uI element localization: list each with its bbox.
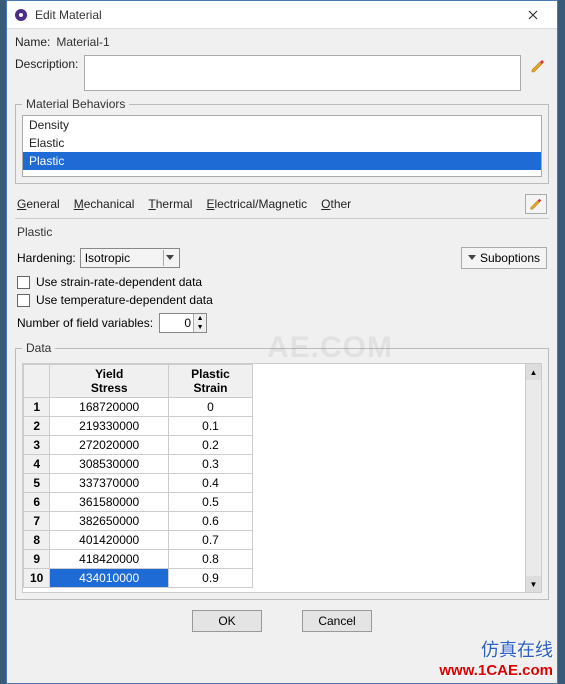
data-legend: Data <box>22 341 55 355</box>
table-row[interactable]: 73826500000.6 <box>24 512 253 531</box>
table-cell[interactable]: 0.5 <box>169 493 253 512</box>
table-cell[interactable]: 219330000 <box>50 417 169 436</box>
table-row[interactable]: 43085300000.3 <box>24 455 253 474</box>
table-cell[interactable]: 382650000 <box>50 512 169 531</box>
row-number[interactable]: 4 <box>24 455 50 474</box>
material-behaviors-list[interactable]: Density Elastic Plastic <box>22 115 542 177</box>
name-value[interactable]: Material-1 <box>56 35 109 49</box>
table-cell[interactable]: 0.6 <box>169 512 253 531</box>
strain-rate-label: Use strain-rate-dependent data <box>36 275 202 289</box>
edit-description-button[interactable] <box>527 55 549 77</box>
menu-general[interactable]: General <box>17 197 60 211</box>
app-icon <box>13 7 29 23</box>
spinner-down-icon[interactable]: ▼ <box>194 323 206 332</box>
table-cell[interactable]: 0.3 <box>169 455 253 474</box>
ok-button[interactable]: OK <box>192 610 262 632</box>
table-cell[interactable]: 308530000 <box>50 455 169 474</box>
table-cell[interactable]: 168720000 <box>50 398 169 417</box>
hardening-label: Hardening: <box>17 251 76 265</box>
table-cell[interactable]: 0.7 <box>169 531 253 550</box>
menu-electrical[interactable]: Electrical/Magnetic <box>206 197 307 211</box>
behavior-item-plastic[interactable]: Plastic <box>23 152 541 170</box>
scroll-up-icon[interactable]: ▲ <box>526 364 541 380</box>
table-cell[interactable]: 418420000 <box>50 550 169 569</box>
cancel-button[interactable]: Cancel <box>302 610 372 632</box>
plastic-section-label: Plastic <box>17 225 549 239</box>
menu-other[interactable]: Other <box>321 197 351 211</box>
table-cell[interactable]: 0.9 <box>169 569 253 588</box>
field-vars-label: Number of field variables: <box>17 316 153 330</box>
row-number[interactable]: 3 <box>24 436 50 455</box>
table-cell[interactable]: 0.2 <box>169 436 253 455</box>
table-cell[interactable]: 434010000 <box>50 569 169 588</box>
table-cell[interactable]: 337370000 <box>50 474 169 493</box>
description-input[interactable] <box>84 55 521 91</box>
col-yield-stress[interactable]: YieldStress <box>50 365 169 398</box>
row-number[interactable]: 1 <box>24 398 50 417</box>
table-cell[interactable]: 0 <box>169 398 253 417</box>
edit-behavior-button[interactable] <box>525 194 547 214</box>
data-table-wrap: YieldStress PlasticStrain 11687200000221… <box>22 363 542 593</box>
table-row[interactable]: 63615800000.5 <box>24 493 253 512</box>
edit-material-dialog: Edit Material Name: Material-1 Descripti… <box>6 0 558 684</box>
dialog-body: Name: Material-1 Description: Material B… <box>7 29 557 640</box>
menu-mechanical[interactable]: Mechanical <box>74 197 135 211</box>
table-row[interactable]: 94184200000.8 <box>24 550 253 569</box>
material-behaviors-group: Material Behaviors Density Elastic Plast… <box>15 97 549 184</box>
table-row[interactable]: 32720200000.2 <box>24 436 253 455</box>
chevron-down-icon <box>163 250 177 266</box>
table-cell[interactable]: 361580000 <box>50 493 169 512</box>
titlebar: Edit Material <box>7 1 557 29</box>
watermark-footer: 仿真在线 www.1CAE.com <box>439 636 553 679</box>
window-title: Edit Material <box>35 8 513 22</box>
row-number[interactable]: 8 <box>24 531 50 550</box>
table-row[interactable]: 53373700000.4 <box>24 474 253 493</box>
row-number[interactable]: 2 <box>24 417 50 436</box>
description-label: Description: <box>15 57 78 71</box>
table-row[interactable]: 22193300000.1 <box>24 417 253 436</box>
name-label: Name: <box>15 35 50 49</box>
table-cell[interactable]: 0.1 <box>169 417 253 436</box>
row-number[interactable]: 5 <box>24 474 50 493</box>
scroll-down-icon[interactable]: ▼ <box>526 576 541 592</box>
behavior-menubar: General Mechanical Thermal Electrical/Ma… <box>15 190 549 219</box>
temperature-label: Use temperature-dependent data <box>36 293 213 307</box>
data-table[interactable]: YieldStress PlasticStrain 11687200000221… <box>23 364 253 588</box>
strain-rate-checkbox[interactable] <box>17 276 30 289</box>
material-behaviors-legend: Material Behaviors <box>22 97 129 111</box>
table-scrollbar[interactable]: ▲ ▼ <box>525 364 541 592</box>
data-group: Data YieldStress PlasticStrain 116872000… <box>15 341 549 600</box>
temperature-checkbox[interactable] <box>17 294 30 307</box>
col-plastic-strain[interactable]: PlasticStrain <box>169 365 253 398</box>
table-row[interactable]: 104340100000.9 <box>24 569 253 588</box>
hardening-combo[interactable]: Isotropic <box>80 248 180 268</box>
field-vars-value: 0 <box>160 316 193 330</box>
behavior-item-density[interactable]: Density <box>23 116 541 134</box>
row-number[interactable]: 10 <box>24 569 50 588</box>
hardening-value: Isotropic <box>85 251 163 265</box>
behavior-item-elastic[interactable]: Elastic <box>23 134 541 152</box>
table-cell[interactable]: 0.4 <box>169 474 253 493</box>
close-button[interactable] <box>513 3 553 27</box>
row-number[interactable]: 9 <box>24 550 50 569</box>
table-cell[interactable]: 272020000 <box>50 436 169 455</box>
table-cell[interactable]: 0.8 <box>169 550 253 569</box>
table-row[interactable]: 11687200000 <box>24 398 253 417</box>
row-number[interactable]: 7 <box>24 512 50 531</box>
row-number[interactable]: 6 <box>24 493 50 512</box>
field-vars-spinner[interactable]: 0 ▲ ▼ <box>159 313 207 333</box>
spinner-up-icon[interactable]: ▲ <box>194 314 206 323</box>
menu-thermal[interactable]: Thermal <box>148 197 192 211</box>
suboptions-button[interactable]: Suboptions <box>461 247 547 269</box>
table-cell[interactable]: 401420000 <box>50 531 169 550</box>
table-row[interactable]: 84014200000.7 <box>24 531 253 550</box>
